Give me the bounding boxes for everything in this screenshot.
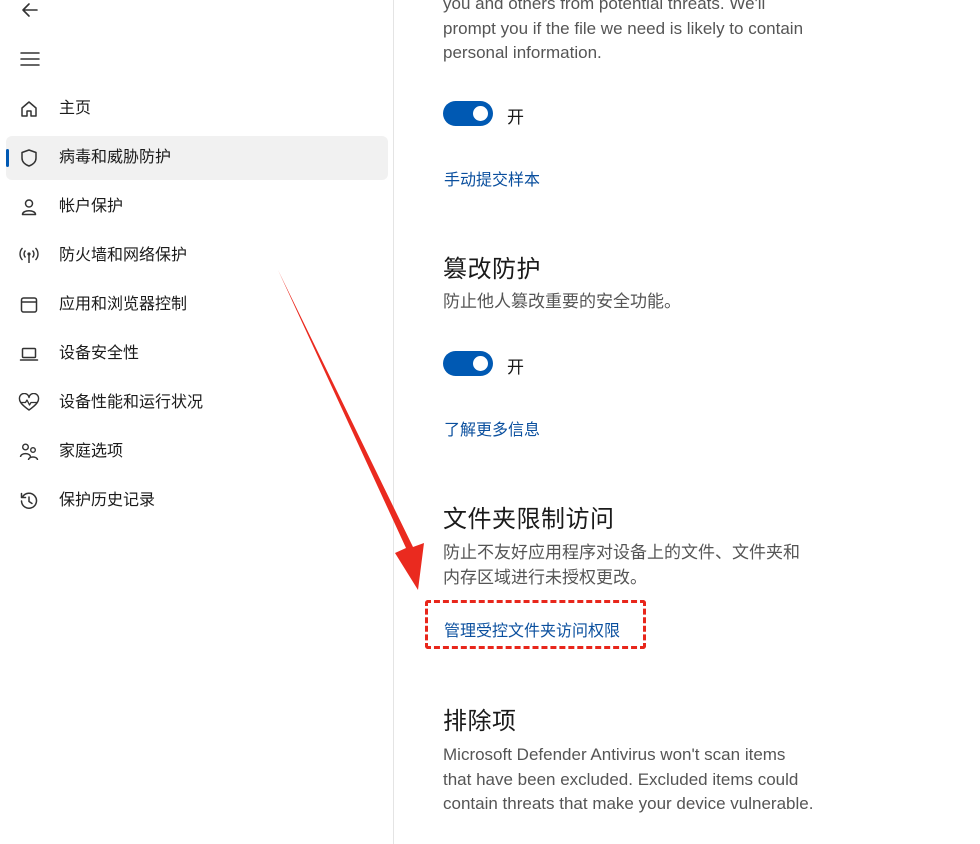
back-button[interactable]	[16, 0, 44, 22]
sidebar-item-label: 帐户保护	[59, 198, 124, 215]
sidebar-item-label: 应用和浏览器控制	[59, 296, 188, 313]
sample-submission-toggle[interactable]	[443, 101, 493, 126]
history-icon	[18, 490, 40, 512]
sidebar-item-label: 防火墙和网络保护	[59, 247, 188, 264]
main-content: you and others from potential threats. W…	[394, 0, 980, 844]
description-line: personal information.	[443, 43, 602, 62]
sidebar-item-protection-history[interactable]: 保护历史记录	[6, 479, 388, 523]
back-arrow-icon	[22, 3, 38, 17]
description-line: that have been excluded. Excluded items …	[443, 769, 799, 789]
controlled-folder-access-title: 文件夹限制访问	[443, 506, 615, 533]
sidebar-item-label: 保护历史记录	[59, 492, 156, 509]
description-line: you and others from potential threats. W…	[443, 0, 766, 13]
sidebar-item-account-protection[interactable]: 帐户保护	[6, 185, 388, 229]
description-line: Microsoft Defender Antivirus won't scan …	[443, 745, 786, 764]
sidebar-item-label: 主页	[59, 100, 92, 117]
sidebar-item-label: 家庭选项	[59, 443, 124, 460]
sidebar-item-home[interactable]: 主页	[6, 87, 388, 131]
tamper-toggle-state: 开	[507, 358, 524, 377]
sidebar-item-device-security[interactable]: 设备安全性	[6, 332, 388, 376]
sample-toggle-state: 开	[507, 108, 524, 127]
person-icon	[18, 196, 40, 218]
sidebar-item-virus-protection[interactable]: 病毒和威胁防护	[6, 136, 388, 180]
exclusions-title: 排除项	[443, 708, 517, 735]
description-line: contain threats that make your device vu…	[443, 794, 814, 813]
selected-indicator	[6, 149, 9, 167]
submit-sample-link[interactable]: 手动提交样本	[444, 166, 540, 190]
sidebar-item-app-browser-control[interactable]: 应用和浏览器控制	[6, 283, 388, 327]
tamper-protection-description: 防止他人篡改重要的安全功能。	[443, 292, 681, 311]
browser-window-icon	[18, 294, 40, 316]
sidebar-item-device-performance[interactable]: 设备性能和运行状况	[6, 381, 388, 425]
sidebar-item-label: 设备安全性	[59, 345, 140, 362]
menu-button[interactable]	[16, 46, 44, 72]
sample-submission-description: you and others from potential threats. W…	[443, 0, 853, 66]
learn-more-link[interactable]: 了解更多信息	[444, 416, 540, 440]
wireless-icon	[18, 245, 40, 267]
description-line: 内存区域进行未授权更改。	[443, 567, 647, 587]
laptop-icon	[18, 343, 40, 365]
shield-icon	[18, 147, 40, 169]
sidebar-item-firewall[interactable]: 防火墙和网络保护	[6, 234, 388, 278]
tamper-protection-title: 篡改防护	[443, 256, 541, 283]
description-line: prompt you if the file we need is likely…	[443, 18, 804, 38]
controlled-folder-access-description: 防止不友好应用程序对设备上的文件、文件夹和 内存区域进行未授权更改。	[443, 541, 853, 590]
sidebar-item-label: 病毒和威胁防护	[59, 149, 172, 166]
toggle-knob	[473, 106, 488, 121]
heart-pulse-icon	[18, 392, 40, 414]
sidebar-item-family-options[interactable]: 家庭选项	[6, 430, 388, 474]
sidebar-item-label: 设备性能和运行状况	[59, 394, 204, 411]
sidebar: 主页 病毒和威胁防护 帐户保护 防火墙和网络保护 应用和浏览器控制 设备安全性	[0, 0, 394, 844]
exclusions-description: Microsoft Defender Antivirus won't scan …	[443, 743, 863, 817]
toggle-knob	[473, 356, 488, 371]
hamburger-icon	[20, 52, 40, 66]
family-icon	[18, 441, 40, 463]
annotation-highlight-box	[425, 600, 646, 649]
tamper-protection-toggle[interactable]	[443, 351, 493, 376]
home-icon	[18, 98, 40, 120]
description-line: 防止不友好应用程序对设备上的文件、文件夹和	[443, 543, 800, 562]
